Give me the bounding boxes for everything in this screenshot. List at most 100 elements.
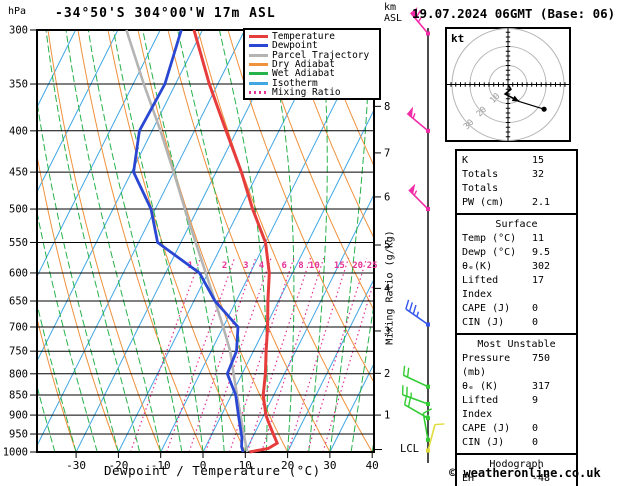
temperature-axis-label: Dewpoint / Temperature (°C): [104, 463, 321, 478]
index-label: Totals Totals: [462, 169, 499, 194]
legend-swatch-temperature: [249, 35, 268, 39]
index-value: 15: [532, 155, 545, 166]
temperature-tick-label: 40: [366, 459, 379, 472]
legend: Temperature Dewpoint Parcel Trajectory Dry …: [243, 28, 381, 101]
mixing-ratio-label: 25: [367, 261, 378, 271]
index-label: CAPE (J): [462, 423, 511, 434]
mixing-ratio-line: [307, 257, 368, 453]
wet-adiabat-line: [45, 29, 141, 453]
pressure-tick-label: 500: [9, 204, 28, 216]
height-axis-unit: km ASL: [384, 2, 403, 24]
index-label: PW (cm): [462, 197, 505, 208]
pressure-tick-label: 650: [9, 296, 28, 308]
index-row: CAPE (J) 0: [457, 422, 576, 436]
index-row: Lifted Index 9: [457, 394, 576, 422]
index-value: 0: [532, 317, 539, 328]
copyright: © weatheronline.co.uk: [449, 466, 601, 480]
index-value: 0: [532, 423, 539, 434]
mixing-ratio-line: [322, 257, 382, 453]
km-tick-label: 6: [384, 191, 390, 203]
index-row: K 15: [457, 154, 576, 168]
index-row: Totals Totals 32: [457, 168, 576, 196]
legend-swatch-wet-adiabat: [249, 72, 268, 76]
index-value: 9.5: [532, 247, 551, 258]
index-label: CAPE (J): [462, 303, 511, 314]
mixing-ratio-label: 15: [334, 261, 345, 271]
index-label: K: [462, 155, 469, 166]
hodograph-unit-label: kt: [451, 32, 465, 45]
pressure-tick-label: 400: [9, 125, 28, 137]
index-value: 2.1: [532, 197, 551, 208]
station-title: -34°50'S 304°00'W 17m ASL: [55, 6, 276, 21]
legend-swatch-parcel-trajectory: [249, 53, 268, 57]
temperature-tick-label: 30: [323, 459, 336, 472]
panel-header: Most Unstable: [477, 339, 556, 350]
indices-panels: K 15 Totals Totals 32 PW (cm) 2.1 Surface Temp …: [455, 149, 578, 486]
index-value: 11: [532, 233, 545, 244]
temperature-tick-label: -30: [66, 459, 86, 472]
mixing-ratio-axis-label: Mixing Ratio (g/kg): [384, 230, 396, 345]
index-value: 32: [532, 169, 545, 180]
sounding-chart-page: 300 350 400 450 500 550 600 650 700 750 800 850 900 9…: [0, 0, 629, 486]
pressure-tick-label: 800: [9, 368, 28, 380]
hodograph-endpoint-dot: [541, 106, 547, 112]
index-value: 0: [532, 437, 539, 448]
mixing-ratio-line: [287, 257, 350, 453]
wet-adiabat-line: [27, 29, 119, 453]
legend-item: Mixing Ratio: [247, 88, 379, 97]
parcel-trajectory-curve: [125, 29, 249, 453]
pressure-tick-label: 850: [9, 390, 28, 402]
index-row: Lifted Index 17: [457, 274, 576, 302]
hodograph: 102030: [445, 27, 571, 142]
panel-header: Surface: [495, 219, 538, 230]
pressure-tick-label: 1000: [3, 447, 28, 459]
index-label: Dewp (°C): [462, 247, 517, 258]
index-value: 317: [532, 381, 551, 392]
km-tick-label: 7: [384, 147, 390, 159]
index-row: PW (cm) 2.1: [457, 196, 576, 210]
index-row: CIN (J) 0: [457, 316, 576, 330]
pressure-tick-label: 950: [9, 429, 28, 441]
legend-label: Mixing Ratio: [272, 86, 341, 98]
lcl-label: LCL: [400, 443, 419, 455]
wet-adiabat-line: [87, 29, 183, 453]
index-row: θₑ(K) 302: [457, 260, 576, 274]
index-row: Temp (°C) 11: [457, 232, 576, 246]
index-label: Temp (°C): [462, 233, 517, 244]
mixing-ratio-label: 10: [309, 261, 320, 271]
mixing-ratio-line: [188, 257, 257, 453]
pressure-tick-label: 300: [9, 25, 28, 37]
km-tick-label: 8: [384, 101, 390, 113]
pressure-tick-label: 450: [9, 167, 28, 179]
mixing-ratio-label: 3: [243, 261, 248, 271]
mixing-ratio-line: [246, 257, 312, 453]
km-tick-label: 1: [384, 410, 390, 422]
pressure-tick-label: 750: [9, 346, 28, 358]
index-label: Pressure (mb): [462, 353, 511, 378]
panel-surface: Surface Temp (°C) 11 Dewp (°C) 9.5 θₑ(K) 302 Li…: [455, 213, 578, 335]
panel-indices: K 15 Totals Totals 32 PW (cm) 2.1: [455, 149, 578, 215]
index-row: CAPE (J) 0: [457, 302, 576, 316]
legend-swatch-isotherm: [249, 81, 268, 85]
mixing-ratio-label: 6: [282, 261, 287, 271]
index-label: CIN (J): [462, 437, 505, 448]
index-label: Lifted Index: [462, 275, 499, 300]
legend-label: Wet Adiabat: [272, 68, 335, 80]
pressure-tick-label: 700: [9, 321, 28, 333]
index-label: θₑ(K): [462, 261, 493, 272]
legend-swatch-dry-adiabat: [249, 63, 268, 67]
index-value: 750: [532, 353, 551, 364]
index-value: 9: [532, 395, 539, 406]
legend-swatch-dewpoint: [249, 44, 268, 48]
index-value: 0: [532, 303, 539, 314]
pressure-tick-label: 900: [9, 410, 28, 422]
index-row: Pressure (mb) 750: [457, 352, 576, 380]
index-row: CIN (J) 0: [457, 436, 576, 450]
mixing-ratio-label: 8: [298, 261, 303, 271]
legend-swatch-mixing-ratio: [249, 90, 268, 94]
mixing-ratio-label: 2: [222, 261, 227, 271]
pressure-tick-label: 600: [9, 267, 28, 279]
datetime-label: 19.07.2024 06GMT (Base: 06): [412, 6, 616, 21]
index-label: θₑ (K): [462, 381, 499, 392]
index-value: 302: [532, 261, 551, 272]
